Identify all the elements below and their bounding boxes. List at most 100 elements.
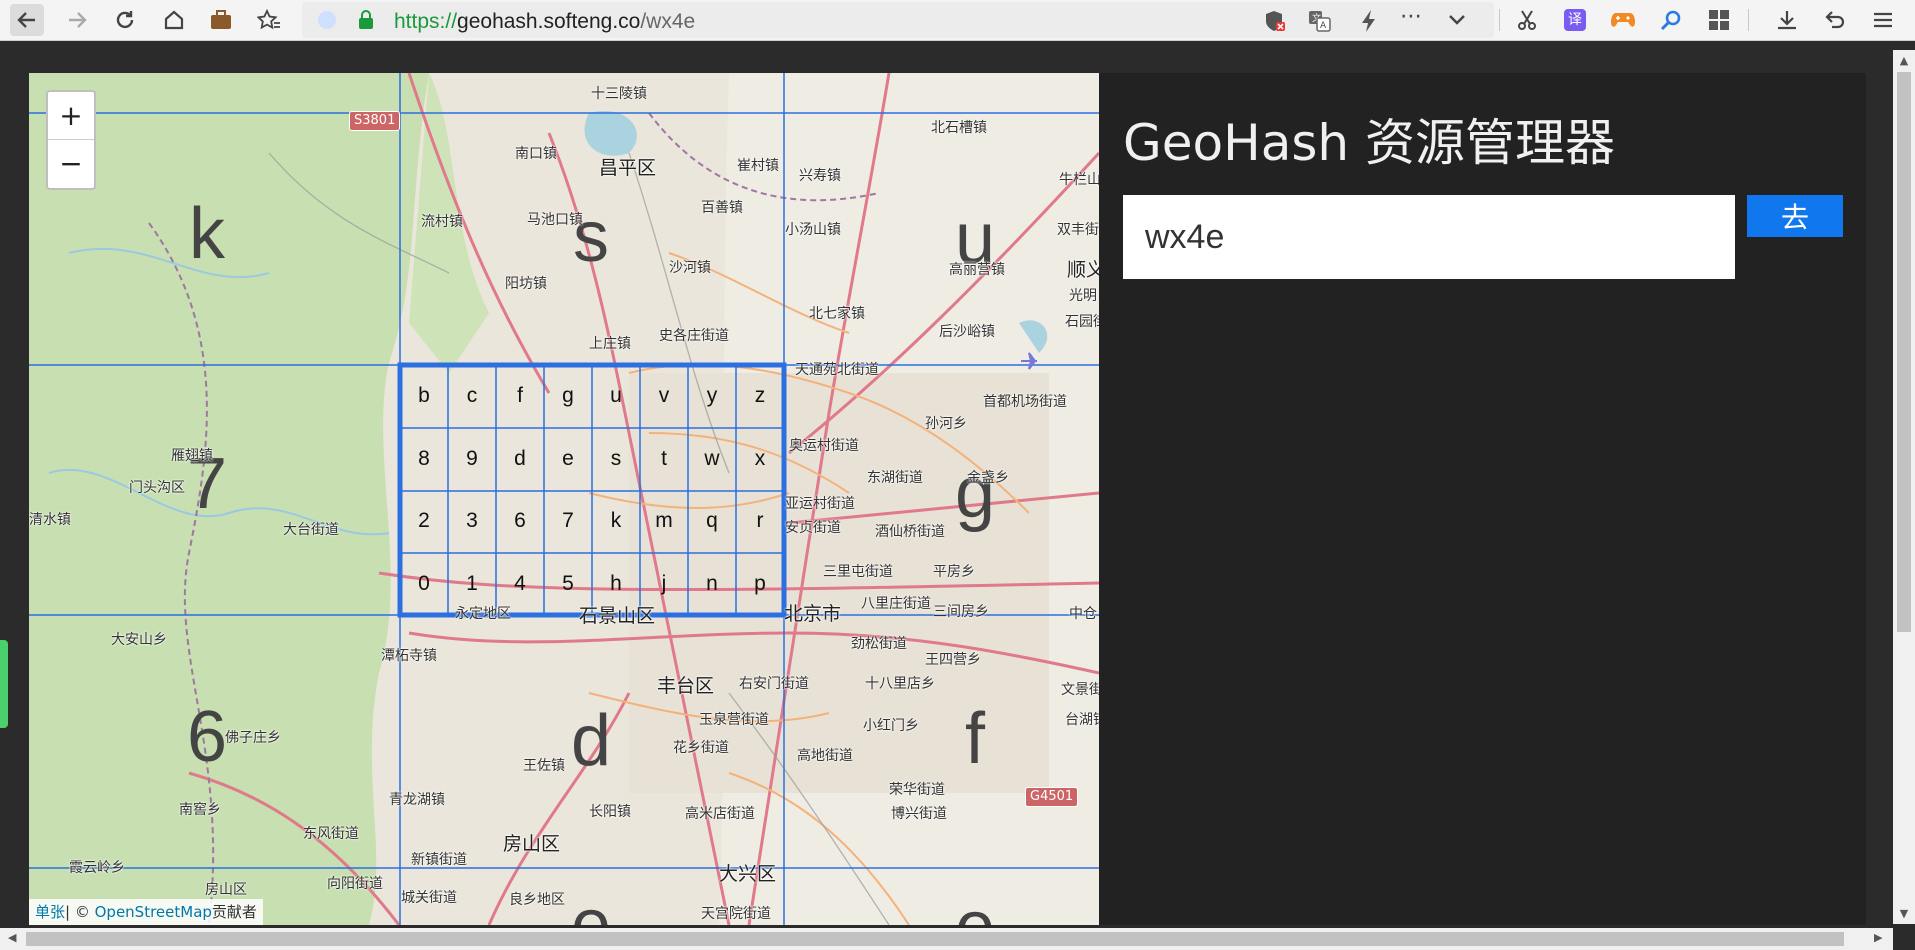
geohash-subcell-label[interactable]: 3 xyxy=(448,510,496,531)
geohash-subcell-label[interactable]: b xyxy=(400,385,448,406)
home-icon[interactable] xyxy=(157,4,191,36)
geohash-subcell-label[interactable]: r xyxy=(736,510,784,531)
site-info-icon[interactable] xyxy=(318,11,336,29)
place-label: 顺义 xyxy=(1067,259,1099,281)
map-attribution: 单张| © OpenStreetMap贡献者 xyxy=(29,899,263,925)
scrollbar-thumb[interactable] xyxy=(26,932,1844,946)
geohash-subcell-label[interactable]: u xyxy=(592,385,640,406)
place-label: 石景山区 xyxy=(579,605,656,627)
lightning-icon[interactable] xyxy=(1360,9,1378,37)
geohash-subcell-label[interactable]: e xyxy=(544,448,592,469)
translate-ext-icon[interactable]: 译 xyxy=(1558,4,1592,36)
place-label: 光明 xyxy=(1069,288,1097,304)
geohash-subcell-label[interactable]: v xyxy=(640,385,688,406)
toolbar-divider xyxy=(1499,9,1500,31)
svg-text:A: A xyxy=(1320,21,1327,31)
geohash-subcell-label[interactable]: 6 xyxy=(496,510,544,531)
geohash-subcell-label[interactable]: w xyxy=(688,448,736,469)
briefcase-icon[interactable] xyxy=(204,4,238,36)
geohash-subcell-label[interactable]: t xyxy=(640,448,688,469)
go-button[interactable]: 去 xyxy=(1747,195,1843,237)
geohash-subcell-label[interactable]: z xyxy=(736,385,784,406)
place-label: 北七家镇 xyxy=(809,306,865,322)
place-label: 东湖街道 xyxy=(867,470,923,486)
forward-icon[interactable] xyxy=(60,4,94,36)
place-label: 房山区 xyxy=(503,833,561,855)
geohash-subcell-label[interactable]: 2 xyxy=(400,510,448,531)
scissors-icon[interactable] xyxy=(1510,4,1544,36)
geohash-subcell-label[interactable]: s xyxy=(592,448,640,469)
place-label: 小红门乡 xyxy=(863,718,919,734)
geohash-subcell-label[interactable]: 1 xyxy=(448,573,496,594)
place-label: 高丽营镇 xyxy=(949,262,1005,278)
place-label: 十三陵镇 xyxy=(591,86,647,102)
geohash-subcell-label[interactable]: d xyxy=(496,448,544,469)
place-label: 城关街道 xyxy=(401,890,457,906)
more-icon[interactable]: ⋯ xyxy=(1400,4,1422,29)
address-bar[interactable]: https://geohash.softeng.co/wx4e 文A ⋯ xyxy=(302,2,1494,38)
page-title: GeoHash 资源管理器 xyxy=(1123,114,1615,172)
zoom-control: + − xyxy=(46,90,96,190)
geohash-subcell-label[interactable]: h xyxy=(592,573,640,594)
url-text[interactable]: https://geohash.softeng.co/wx4e xyxy=(394,10,695,34)
geohash-subcell-label[interactable]: m xyxy=(640,510,688,531)
place-label: 三里屯街道 xyxy=(823,564,893,580)
download-icon[interactable] xyxy=(1770,4,1804,36)
place-label: 天宫院街道 xyxy=(701,906,771,922)
geohash-subcell-label[interactable]: p xyxy=(736,573,784,594)
apps-icon[interactable] xyxy=(1702,4,1736,36)
place-label: 双丰街 xyxy=(1057,222,1099,238)
geohash-subcell-label[interactable]: k xyxy=(592,510,640,531)
geohash-cell-label: e xyxy=(915,891,1035,925)
geohash-subcell-label[interactable]: 8 xyxy=(400,448,448,469)
place-label: 南窖乡 xyxy=(179,802,221,818)
geohash-subcell-label[interactable]: n xyxy=(688,573,736,594)
geohash-subcell-label[interactable]: y xyxy=(688,385,736,406)
place-label: 长阳镇 xyxy=(589,804,631,820)
zoom-in-button[interactable]: + xyxy=(48,92,94,140)
geohash-subcell-label[interactable]: 7 xyxy=(544,510,592,531)
reload-icon[interactable] xyxy=(108,4,142,36)
geohash-subcell-label[interactable]: q xyxy=(688,510,736,531)
scroll-down-icon[interactable]: ▼ xyxy=(1893,907,1915,920)
sidebar-drag-handle[interactable] xyxy=(0,640,8,728)
zoom-out-button[interactable]: − xyxy=(48,140,94,187)
scroll-right-icon[interactable]: ▶ xyxy=(1874,931,1882,944)
geohash-subcell-label[interactable]: 0 xyxy=(400,573,448,594)
geohash-subcell-label[interactable]: f xyxy=(496,385,544,406)
osm-link[interactable]: OpenStreetMap xyxy=(95,903,212,921)
geohash-subcell-label[interactable]: x xyxy=(736,448,784,469)
scroll-left-icon[interactable]: ◀ xyxy=(8,931,16,944)
place-label: 博兴街道 xyxy=(891,806,947,822)
geohash-subcell-label[interactable]: 9 xyxy=(448,448,496,469)
menu-icon[interactable] xyxy=(1866,4,1900,36)
place-label: 北石槽镇 xyxy=(931,120,987,136)
gamepad-icon[interactable] xyxy=(1606,4,1640,36)
scroll-up-icon[interactable]: ▲ xyxy=(1893,54,1915,67)
horizontal-scrollbar[interactable]: ◀ ▶ xyxy=(0,928,1893,950)
geohash-subcell-label[interactable]: j xyxy=(640,573,688,594)
map-view[interactable]: k s u 7 g 6 d f e e bcfguvyz89destwx2367… xyxy=(29,73,1099,925)
place-label: 文景街 xyxy=(1061,682,1099,698)
single-tile-link[interactable]: 单张 xyxy=(35,903,65,921)
scrollbar-thumb[interactable] xyxy=(1897,72,1911,632)
place-label: 亚运村街道 xyxy=(785,496,855,512)
undo-icon[interactable] xyxy=(1818,4,1852,36)
dropdown-icon[interactable] xyxy=(1448,12,1466,31)
place-label: 新镇街道 xyxy=(411,852,467,868)
favorites-icon[interactable] xyxy=(252,4,286,36)
secure-lock-icon xyxy=(358,10,374,34)
place-label: 史各庄街道 xyxy=(659,328,729,344)
vertical-scrollbar[interactable]: ▲ ▼ xyxy=(1893,50,1915,924)
search-ext-icon[interactable] xyxy=(1654,4,1688,36)
place-label: 兴寿镇 xyxy=(799,168,841,184)
geohash-subcell-label[interactable]: c xyxy=(448,385,496,406)
back-icon[interactable] xyxy=(10,4,44,36)
geohash-input[interactable] xyxy=(1123,195,1735,279)
geohash-subcell-label[interactable]: 4 xyxy=(496,573,544,594)
adblock-icon[interactable] xyxy=(1264,9,1286,37)
place-label: 大安山乡 xyxy=(111,632,167,648)
geohash-subcell-label[interactable]: 5 xyxy=(544,573,592,594)
geohash-subcell-label[interactable]: g xyxy=(544,385,592,406)
translate-icon[interactable]: 文A xyxy=(1308,10,1332,36)
